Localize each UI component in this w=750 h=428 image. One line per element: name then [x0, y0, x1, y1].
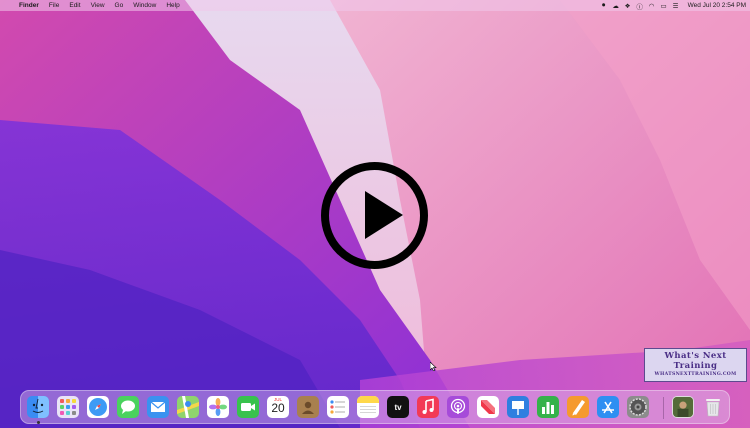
watermark-logo: What's Next Training WHATSNEXTTRAINING.C… — [644, 348, 747, 382]
control-center-icon[interactable]: ☰ — [670, 2, 682, 10]
menu-go[interactable]: Go — [110, 2, 129, 9]
reminders-icon[interactable] — [327, 396, 349, 418]
menu-edit[interactable]: Edit — [64, 2, 85, 9]
menu-finder[interactable]: Finder — [14, 2, 44, 9]
app-store-icon[interactable] — [597, 396, 619, 418]
messages-icon[interactable] — [117, 396, 139, 418]
podcasts-icon[interactable] — [447, 396, 469, 418]
play-triangle — [365, 191, 403, 239]
menu-clock[interactable]: Wed Jul 20 2:54 PM — [682, 2, 746, 9]
news-icon[interactable] — [477, 396, 499, 418]
trash-icon[interactable] — [702, 396, 724, 418]
battery-icon[interactable]: ▭ — [658, 2, 670, 10]
facetime-icon[interactable] — [237, 396, 259, 418]
photos-icon[interactable] — [207, 396, 229, 418]
calendar-day: 20 — [271, 401, 285, 415]
menu-view[interactable]: View — [86, 2, 110, 9]
launchpad-icon[interactable] — [57, 396, 79, 418]
maps-icon[interactable] — [177, 396, 199, 418]
menu-file[interactable]: File — [44, 2, 64, 9]
menu-bar: Finder File Edit View Go Window Help ⏺ ☁… — [0, 0, 750, 11]
cloud-icon[interactable]: ☁ — [610, 2, 622, 10]
tv-icon[interactable]: tv — [387, 396, 409, 418]
numbers-icon[interactable] — [537, 396, 559, 418]
dock: JUL 20 tv — [20, 390, 730, 424]
tv-label: tv — [394, 402, 402, 412]
menu-help[interactable]: Help — [161, 2, 184, 9]
info-icon[interactable]: ⓘ — [634, 1, 646, 11]
system-preferences-icon[interactable] — [627, 396, 649, 418]
play-button-icon[interactable] — [321, 162, 428, 269]
menu-window[interactable]: Window — [128, 2, 161, 9]
watermark-url: WHATSNEXTTRAINING.COM — [654, 372, 737, 377]
mail-icon[interactable] — [147, 396, 169, 418]
pages-icon[interactable] — [567, 396, 589, 418]
keynote-icon[interactable] — [507, 396, 529, 418]
watermark-line1: What's Next — [664, 351, 727, 361]
finder-icon[interactable] — [27, 396, 49, 418]
safari-icon[interactable] — [87, 396, 109, 418]
record-icon[interactable]: ⏺ — [598, 2, 610, 10]
wifi-icon[interactable]: ◠ — [646, 2, 658, 10]
downloads-stack-icon[interactable] — [672, 396, 694, 418]
music-icon[interactable] — [417, 396, 439, 418]
dropbox-icon[interactable]: ❖ — [622, 2, 634, 10]
dock-separator — [663, 397, 664, 419]
notes-icon[interactable] — [357, 396, 379, 418]
calendar-icon[interactable]: JUL 20 — [267, 396, 289, 418]
contacts-icon[interactable] — [297, 396, 319, 418]
finder-running-indicator — [37, 421, 40, 424]
mouse-cursor-icon — [430, 362, 437, 371]
watermark-line2: Training — [673, 361, 718, 371]
